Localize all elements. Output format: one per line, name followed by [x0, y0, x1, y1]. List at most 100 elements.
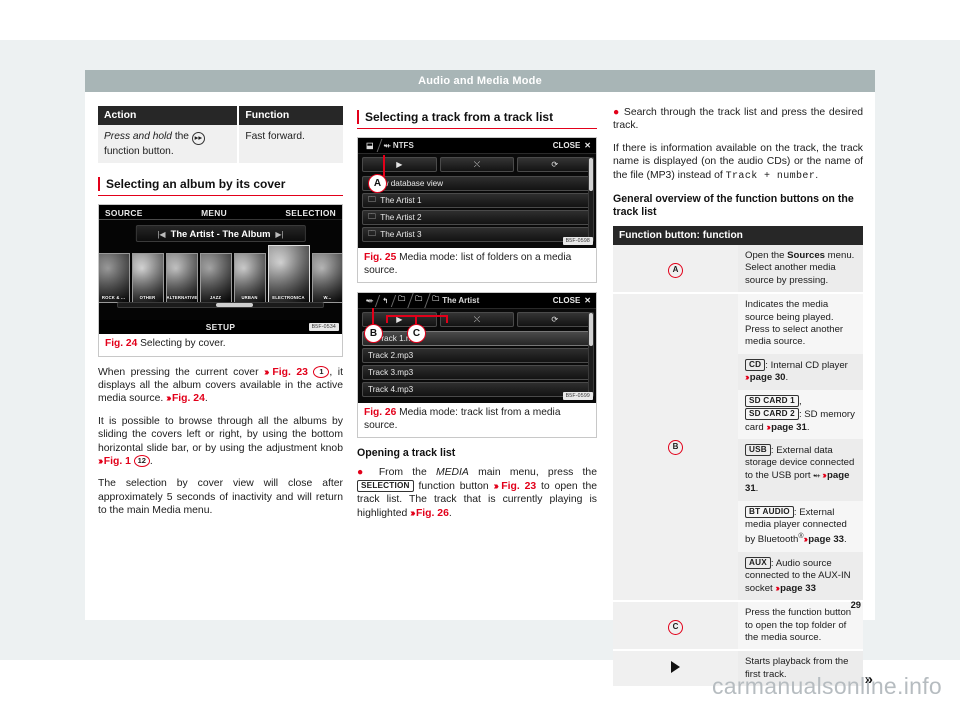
shuffle-button[interactable]: ⤬ [439, 157, 515, 172]
list-item-playing[interactable]: ▶ Track 1.mp3 [362, 331, 592, 347]
cross-ref-fig24[interactable]: Fig. 24 [172, 393, 205, 404]
list-item-label: The Artist 3 [380, 230, 422, 239]
key-cell-a: A [613, 245, 738, 293]
paragraph-track-info: If there is information available on the… [613, 142, 863, 183]
album-cover[interactable]: ALTERNATIVE [165, 253, 198, 303]
figure-24-code: B5F-0534 [308, 323, 339, 331]
usb-icon: •⇷ [366, 297, 373, 305]
folder-up-icon: 🗀 [415, 296, 423, 304]
cross-ref-page31[interactable]: page 31 [771, 422, 807, 433]
running-header: Audio and Media Mode [85, 70, 875, 92]
breadcrumb-label: The Artist [442, 296, 480, 306]
breadcrumb-item-ntfs[interactable]: •⇷ NTFS [380, 141, 420, 150]
value-cell-a: Open the Sources menu. Select another me… [738, 245, 863, 293]
value-cell-usb: USB: External data storage device connec… [738, 438, 863, 501]
scrollbar[interactable] [588, 157, 594, 242]
previous-track-icon[interactable]: |◀ [157, 230, 165, 239]
list-item-database-view[interactable]: Show database view [362, 176, 592, 191]
subheading-function-buttons-overview: General overview of the function buttons… [613, 193, 854, 219]
mmi-selection-button[interactable]: SELECTION [279, 208, 342, 218]
play-button[interactable]: ▶ [362, 157, 437, 172]
cross-ref-page33[interactable]: page 33 [780, 583, 816, 594]
value-cell-sd: SD CARD 1, SD CARD 2: SD memory card ›››… [738, 389, 863, 439]
list-item[interactable]: 🗀 The Artist 1 [362, 193, 592, 208]
figure-24-caption: Fig. 24 Selecting by cover. [99, 334, 342, 356]
album-cover[interactable]: ROCK & ... [99, 253, 130, 303]
callout-badge-b: B [668, 439, 683, 455]
album-cover[interactable]: W... [311, 253, 342, 303]
scrollbar[interactable] [588, 312, 594, 398]
cross-ref-page33[interactable]: page 33 [808, 535, 844, 546]
repeat-button[interactable]: ⟳ [517, 157, 593, 172]
list-item[interactable]: Track 3.mp3 [362, 365, 592, 381]
cross-ref-fig23[interactable]: Fig. 23 [272, 367, 308, 378]
list-item[interactable]: Track 4.mp3 [362, 382, 592, 398]
mmi-menu-button[interactable]: MENU [149, 208, 280, 218]
value-cell-b-intro: Indicates the media source being played.… [738, 294, 863, 354]
mmi-source-button[interactable]: SOURCE [99, 208, 149, 218]
next-track-icon[interactable]: ▶| [275, 230, 283, 239]
fast-forward-icon: ▸▸ [191, 132, 205, 145]
bullet-marker: ● [357, 467, 370, 479]
col-header-function: Function [238, 106, 343, 125]
repeat-button[interactable]: ⟳ [517, 312, 593, 328]
figure-25-number: Fig. 25 [364, 252, 397, 263]
cross-ref-fig26[interactable]: Fig. 26 [416, 508, 449, 519]
bullet-text: Search through the track list and press … [613, 107, 864, 132]
mmi-setup-button[interactable]: SETUP [99, 320, 342, 334]
breadcrumb-item-up-1[interactable]: ↰ [378, 297, 394, 305]
list-item-label: Track 3.mp3 [368, 368, 414, 378]
breadcrumb: •⇷ ↰ 🗀 🗀 🗀 The Artist [358, 295, 553, 306]
column-left: Action Function Press and hold the ▸▸ fu… [98, 106, 343, 527]
album-cover-selected[interactable]: ELECTRONICA [267, 245, 310, 303]
cross-ref-fig23[interactable]: Fig. 23 [501, 481, 536, 492]
horizontal-slide-bar[interactable] [117, 302, 324, 308]
album-cover-label: URBAN [241, 295, 258, 300]
page-number: 29 [850, 599, 861, 610]
breadcrumb-item-usb[interactable]: •⇷ [362, 297, 378, 305]
mmi-setup-label: SETUP [205, 322, 236, 332]
close-label: CLOSE [552, 296, 581, 306]
table-row-b: B Indicates the media source being playe… [613, 294, 863, 601]
source-menu-button[interactable]: ⬓ [362, 141, 380, 150]
cross-ref-page30[interactable]: page 30 [750, 372, 786, 383]
close-button[interactable]: CLOSE ✕ [553, 141, 596, 150]
text-fragment: main menu, press the [468, 467, 597, 479]
bullet-marker: ● [613, 107, 621, 118]
key-cell-b: B [613, 294, 738, 601]
breadcrumb: ⬓ •⇷ NTFS [358, 141, 553, 150]
text-fragment: , [798, 395, 802, 407]
manual-page-sheet: Audio and Media Mode Action Function Pre… [85, 70, 875, 688]
list-item[interactable]: Track 2.mp3 [362, 348, 592, 364]
cell-action: Press and hold the ▸▸ function button. [98, 125, 240, 163]
callout-bracket [386, 315, 448, 317]
watermark: carmanualsonline.info [711, 673, 942, 699]
breadcrumb-item-up-3[interactable]: 🗀 [411, 295, 428, 306]
column-middle: Selecting a track from a track list ⬓ •⇷ [357, 106, 597, 529]
album-cover-label: ALTERNATIVE [166, 295, 198, 300]
text-fragment: : Internal CD player [765, 359, 848, 371]
button-cap-selection: SELECTION [357, 479, 414, 492]
table-row-c: C Press the function button to open the … [613, 602, 863, 650]
album-cover-row: ROCK & ... OTHER ALTERNATIVE JAZZ URBAN … [99, 245, 342, 303]
figure-25: ⬓ •⇷ NTFS CLOSE ✕ ▶ ⤬ ⟳ Show database vi… [357, 137, 597, 284]
paragraph-cover-timeout: The selection by cover view will close a… [98, 478, 343, 517]
album-cover[interactable]: URBAN [233, 253, 266, 303]
mmi-top-bar: SOURCE MENU SELECTION [99, 205, 342, 220]
folder-icon: 🗀 [368, 194, 377, 204]
shuffle-button[interactable]: ⤬ [439, 312, 515, 328]
text-fragment: . [844, 534, 847, 546]
text-fragment: . [149, 456, 153, 468]
breadcrumb-item-up-2[interactable]: 🗀 [394, 295, 411, 306]
mono-track-number: Track + number [725, 170, 816, 182]
cross-ref-fig1[interactable]: Fig. 1 [104, 456, 131, 467]
folder-up-icon: ↰ [382, 297, 389, 305]
text-fragment: . [815, 169, 819, 181]
list-item[interactable]: 🗀 The Artist 2 [362, 210, 592, 225]
album-cover[interactable]: JAZZ [199, 253, 232, 303]
breadcrumb-item-current[interactable]: 🗀 The Artist [428, 295, 485, 306]
album-cover[interactable]: OTHER [131, 253, 164, 303]
close-button[interactable]: CLOSE ✕ [553, 296, 596, 305]
button-cap-sd-card-1: SD CARD 1 [745, 394, 799, 407]
list-item[interactable]: 🗀 The Artist 3 [362, 227, 592, 242]
